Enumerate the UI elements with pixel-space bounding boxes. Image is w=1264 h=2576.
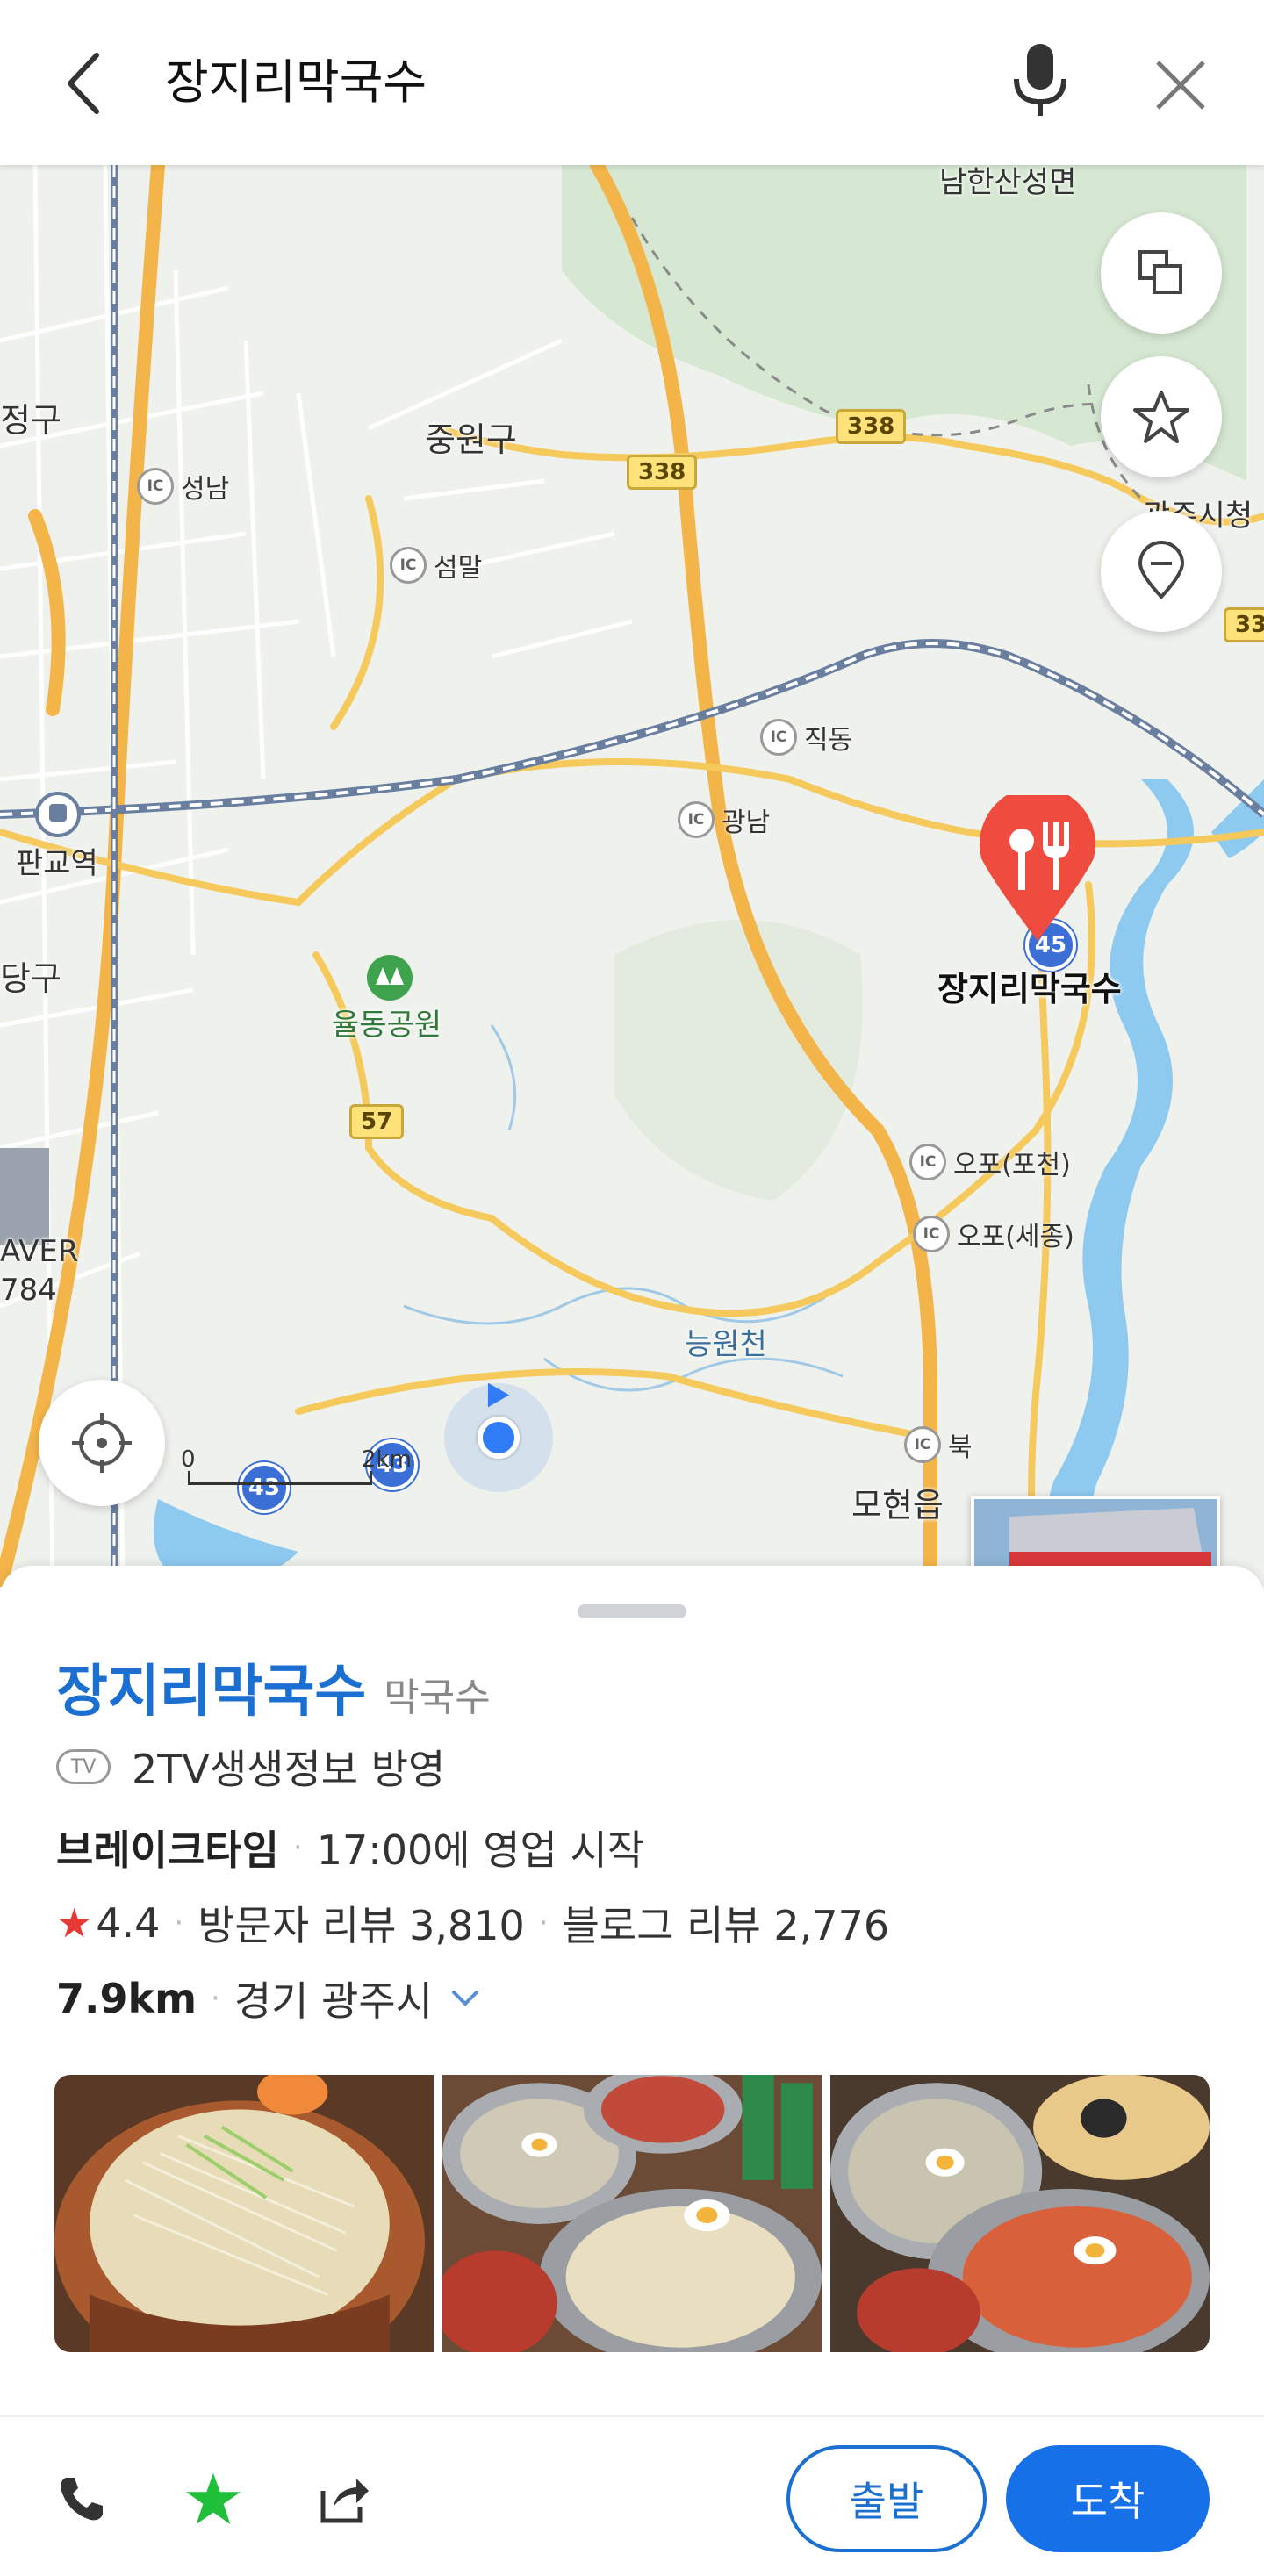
separator-dot: · <box>211 1981 220 2016</box>
map-label-dang: 당구 <box>0 959 61 998</box>
current-location-marker <box>444 1376 553 1492</box>
close-button[interactable] <box>1141 46 1220 125</box>
business-hours-row[interactable]: 브레이크타임 · 17:00에 영업 시작 <box>56 1819 644 1876</box>
map-scale: 0 2km <box>181 1446 412 1494</box>
place-info-sheet[interactable]: 장지리막국수 막국수 TV 2TV생생정보 방영 브레이크타임 · 17:00에… <box>0 1566 1264 2576</box>
opening-time: 17:00에 영업 시작 <box>316 1826 645 1874</box>
place-category: 막국수 <box>384 1675 491 1720</box>
photo-thumbnail[interactable] <box>442 2075 822 2352</box>
tv-broadcast-text: 2TV생생정보 방영 <box>132 1746 446 1793</box>
map-layers-button[interactable] <box>1101 212 1222 334</box>
ic-label-jikdong: IC 직동 <box>760 718 852 757</box>
chevron-left-icon <box>68 53 99 114</box>
address-row[interactable]: 7.9km · 경기 광주시 <box>56 1970 480 2027</box>
place-title-row: 장지리막국수 막국수 <box>56 1647 491 1727</box>
ic-label-seommal: IC 섬말 <box>390 546 482 585</box>
my-places-button[interactable] <box>1101 511 1222 632</box>
food-photo-image <box>54 2075 434 2352</box>
tv-broadcast-row: TV 2TV생생정보 방영 <box>56 1738 445 1796</box>
ic-icon: IC <box>913 1216 950 1252</box>
microphone-icon <box>1014 44 1066 116</box>
map-label-jeong: 정구 <box>0 401 61 440</box>
road-badge-338: 338 <box>836 409 907 444</box>
departure-button[interactable]: 출발 <box>786 2445 987 2552</box>
map-label-naver: AVER <box>0 1234 79 1269</box>
phone-icon <box>61 2478 103 2521</box>
photo-thumbnail[interactable] <box>54 2075 434 2352</box>
ic-icon: IC <box>760 719 797 756</box>
place-name[interactable]: 장지리막국수 <box>56 1647 366 1727</box>
voice-search-button[interactable] <box>1001 37 1080 125</box>
call-button[interactable] <box>42 2459 121 2538</box>
location-dot <box>478 1417 520 1459</box>
station-icon <box>35 792 81 837</box>
ic-label-gwangnam: IC 광남 <box>678 800 770 839</box>
fork-knife-icon <box>980 786 1095 941</box>
map-label-jungwon: 중원구 <box>425 420 517 459</box>
food-photo-image <box>830 2075 1210 2352</box>
locate-me-button[interactable] <box>39 1380 165 1506</box>
save-favorite-button[interactable] <box>174 2459 253 2538</box>
photo-gallery[interactable] <box>54 2075 1210 2352</box>
ic-label-seongnam: IC 성남 <box>137 467 229 506</box>
photo-thumbnail[interactable] <box>830 2075 1210 2352</box>
restaurant-pin-label: 장지리막국수 <box>937 970 1122 1008</box>
ic-icon: IC <box>678 801 715 838</box>
map-label-namhansanseong: 남한산성면 <box>939 165 1077 200</box>
food-photo-image <box>442 2075 822 2352</box>
ic-label-buk: IC 북 <box>904 1425 973 1464</box>
favorites-button[interactable] <box>1101 356 1222 477</box>
back-button[interactable] <box>44 44 123 123</box>
star-outline-icon <box>1133 391 1189 443</box>
road-badge-57: 57 <box>349 1104 405 1139</box>
ic-icon: IC <box>390 547 427 584</box>
business-status: 브레이크타임 <box>56 1826 279 1874</box>
location-pin-icon <box>1138 541 1185 599</box>
map-label-yuldong-park: 율동공원 <box>332 1008 442 1043</box>
share-icon <box>320 2479 369 2523</box>
reviews-row[interactable]: ★ 4.4 · 방문자 리뷰 3,810 · 블로그 리뷰 2,776 <box>56 1894 889 1952</box>
separator-dot: · <box>538 1905 549 1941</box>
scale-start-label: 0 <box>181 1446 196 1473</box>
map-label-784: 784 <box>0 1273 57 1308</box>
share-button[interactable] <box>305 2459 384 2538</box>
star-filled-icon: ★ <box>56 1899 93 1947</box>
map-view[interactable]: 남한산성면 중원구 정구 판교역 당구 율동공원 능원천 모현읍 광주시청 AV… <box>0 165 1264 1587</box>
ic-icon: IC <box>904 1426 941 1463</box>
arrival-button[interactable]: 도착 <box>1006 2445 1210 2552</box>
map-label-pangyo-station: 판교역 <box>16 846 98 881</box>
address: 경기 광주시 <box>233 1977 434 2025</box>
scale-end-label: 2km <box>362 1446 412 1473</box>
restaurant-pin[interactable] <box>976 786 1099 944</box>
search-header: 장지리막국수 <box>0 0 1264 165</box>
visitor-reviews[interactable]: 방문자 리뷰 3,810 <box>198 1894 525 1952</box>
map-label-neungwoncheon: 능원천 <box>685 1327 767 1362</box>
separator-dot: · <box>292 1830 303 1865</box>
road-badge-33: 33 <box>1224 607 1264 642</box>
action-bar: 출발 도착 <box>0 2415 1264 2576</box>
search-query[interactable]: 장지리막국수 <box>165 47 427 118</box>
star-filled-icon <box>185 2472 241 2525</box>
scale-line <box>188 1471 372 1485</box>
close-icon <box>1156 61 1205 110</box>
blog-reviews[interactable]: 블로그 리뷰 2,776 <box>563 1894 890 1952</box>
map-label-mohyeon: 모현읍 <box>851 1486 944 1525</box>
ic-label-opo-pocheon: IC 오포(포천) <box>909 1143 1071 1181</box>
rating-value: 4.4 <box>96 1899 161 1947</box>
separator-dot: · <box>174 1905 184 1941</box>
layers-icon <box>1138 250 1182 294</box>
park-icon <box>367 955 413 1001</box>
ic-icon: IC <box>909 1144 946 1180</box>
sheet-drag-handle[interactable] <box>578 1604 686 1618</box>
ic-label-opo-sejong: IC 오포(세종) <box>913 1215 1074 1253</box>
tv-icon: TV <box>56 1749 111 1784</box>
ic-icon: IC <box>137 468 174 505</box>
chevron-down-icon[interactable] <box>450 1989 480 2008</box>
road-badge-338: 338 <box>627 455 698 490</box>
distance: 7.9km <box>56 1975 198 2022</box>
crosshair-icon <box>72 1413 132 1473</box>
